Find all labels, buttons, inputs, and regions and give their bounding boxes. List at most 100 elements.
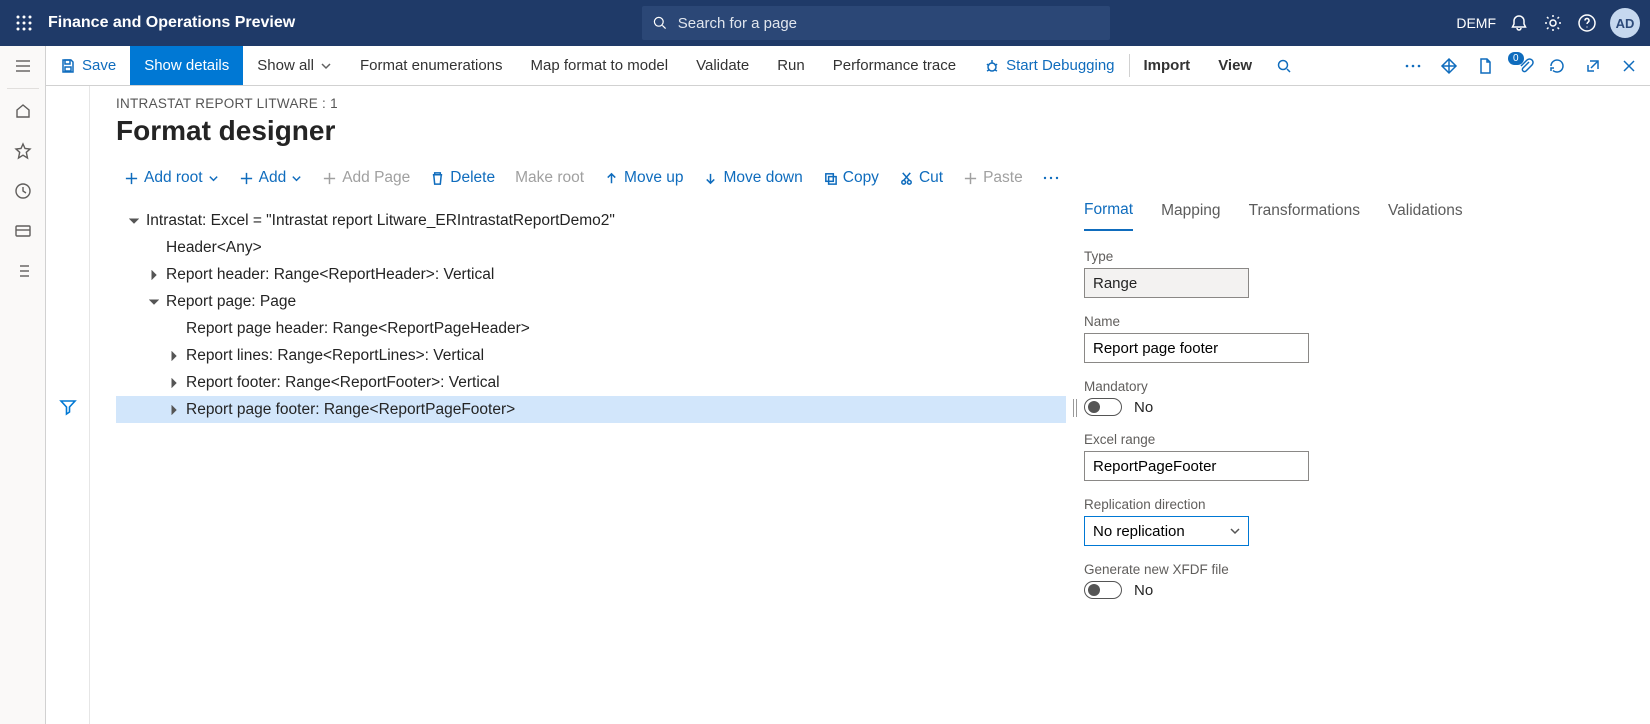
tree-node-label: Report page header: Range<ReportPageHead… (186, 320, 530, 338)
excel-range-input[interactable] (1084, 451, 1309, 481)
delete-button[interactable]: Delete (422, 165, 503, 191)
breadcrumb: INTRASTAT REPORT LITWARE : 1 (116, 96, 1624, 111)
debug-icon (984, 58, 1000, 74)
move-up-button[interactable]: Move up (596, 165, 691, 191)
cut-button[interactable]: Cut (891, 165, 951, 191)
move-down-button[interactable]: Move down (695, 165, 810, 191)
favorites-icon[interactable] (0, 131, 46, 171)
name-label: Name (1084, 314, 1624, 329)
replication-label: Replication direction (1084, 497, 1624, 512)
arrow-up-icon (604, 171, 619, 186)
add-root-button[interactable]: Add root (116, 165, 227, 191)
show-details-button[interactable]: Show details (130, 46, 243, 85)
notifications-icon[interactable] (1508, 12, 1530, 34)
tree-row[interactable]: Report page: Page (116, 288, 1066, 315)
tab-mapping[interactable]: Mapping (1161, 201, 1220, 231)
show-all-button[interactable]: Show all (243, 46, 346, 85)
start-debugging-button[interactable]: Start Debugging (970, 46, 1128, 85)
column-splitter[interactable] (1066, 201, 1084, 615)
designer-toolbar: Add root Add Add Page Delete Make root M… (116, 165, 1624, 191)
mandatory-label: Mandatory (1084, 379, 1624, 394)
save-button[interactable]: Save (46, 46, 130, 85)
tree-expand-icon[interactable] (126, 213, 142, 229)
plus-icon (239, 171, 254, 186)
tree-row[interactable]: Report lines: Range<ReportLines>: Vertic… (116, 342, 1066, 369)
workspaces-icon[interactable] (0, 211, 46, 251)
help-icon[interactable] (1576, 12, 1598, 34)
tree-expand-icon[interactable] (146, 267, 162, 283)
recent-icon[interactable] (0, 171, 46, 211)
plus-icon (124, 171, 139, 186)
format-enumerations-button[interactable]: Format enumerations (346, 46, 517, 85)
save-icon (60, 58, 76, 74)
tab-validations[interactable]: Validations (1388, 201, 1463, 231)
view-button[interactable]: View (1204, 46, 1266, 85)
add-button[interactable]: Add (231, 165, 311, 191)
chevron-down-icon (208, 173, 219, 184)
xfdf-value: No (1134, 582, 1153, 599)
close-icon[interactable] (1614, 46, 1644, 86)
filter-strip (46, 86, 90, 724)
office-icon[interactable] (1470, 46, 1500, 86)
tree-expand-icon[interactable] (166, 375, 182, 391)
import-button[interactable]: Import (1130, 46, 1205, 85)
tree-node-label: Report page footer: Range<ReportPageFoot… (186, 401, 515, 419)
search-input[interactable] (676, 14, 1100, 33)
tree-node-label: Report page: Page (166, 293, 296, 311)
tab-transformations[interactable]: Transformations (1249, 201, 1360, 231)
overflow-icon[interactable] (1398, 46, 1428, 86)
tree-node-label: Report lines: Range<ReportLines>: Vertic… (186, 347, 484, 365)
format-tree[interactable]: Intrastat: Excel = "Intrastat report Lit… (116, 207, 1066, 423)
field-xfdf: Generate new XFDF file No (1084, 562, 1624, 599)
field-name: Name (1084, 314, 1624, 363)
tree-expand-icon[interactable] (166, 402, 182, 418)
refresh-icon[interactable] (1542, 46, 1572, 86)
name-input[interactable] (1084, 333, 1309, 363)
command-bar: Save Show details Show all Format enumer… (46, 46, 1650, 86)
add-page-button: Add Page (314, 165, 418, 191)
tree-row[interactable]: Intrastat: Excel = "Intrastat report Lit… (116, 207, 1066, 234)
page-title: Format designer (116, 115, 1624, 147)
tree-node-label: Intrastat: Excel = "Intrastat report Lit… (146, 212, 615, 230)
search-command-icon[interactable] (1266, 46, 1302, 85)
modules-icon[interactable] (0, 251, 46, 291)
plus-icon (963, 171, 978, 186)
popout-icon[interactable] (1578, 46, 1608, 86)
home-icon[interactable] (0, 91, 46, 131)
tree-row[interactable]: Report page header: Range<ReportPageHead… (116, 315, 1066, 342)
tab-format[interactable]: Format (1084, 201, 1133, 231)
validate-button[interactable]: Validate (682, 46, 763, 85)
tree-row[interactable]: Report footer: Range<ReportFooter>: Vert… (116, 369, 1066, 396)
chevron-down-icon (291, 173, 302, 184)
tree-row[interactable]: Report header: Range<ReportHeader>: Vert… (116, 261, 1066, 288)
filter-icon[interactable] (59, 94, 77, 724)
user-avatar[interactable]: AD (1610, 8, 1640, 38)
property-tabs: Format Mapping Transformations Validatio… (1084, 201, 1624, 231)
app-title: Finance and Operations Preview (48, 14, 295, 32)
field-type: Type Range (1084, 249, 1624, 298)
tree-row[interactable]: Header<Any> (116, 234, 1066, 261)
map-format-button[interactable]: Map format to model (517, 46, 683, 85)
tree-expand-icon[interactable] (146, 294, 162, 310)
tree-expand-icon[interactable] (166, 348, 182, 364)
settings-icon[interactable] (1542, 12, 1564, 34)
company-label[interactable]: DEMF (1456, 15, 1496, 31)
diamond-icon[interactable] (1434, 46, 1464, 86)
field-mandatory: Mandatory No (1084, 379, 1624, 416)
copy-button[interactable]: Copy (815, 165, 887, 191)
toolbar-overflow-icon[interactable] (1035, 172, 1067, 184)
attachments-icon[interactable]: 0 (1506, 46, 1536, 86)
mandatory-toggle[interactable] (1084, 398, 1122, 416)
tree-row[interactable]: Report page footer: Range<ReportPageFoot… (116, 396, 1066, 423)
performance-trace-button[interactable]: Performance trace (819, 46, 970, 85)
tree-node-label: Report footer: Range<ReportFooter>: Vert… (186, 374, 500, 392)
app-launcher[interactable] (10, 9, 38, 37)
left-nav-rail (0, 46, 46, 724)
attachments-badge: 0 (1508, 52, 1524, 65)
run-button[interactable]: Run (763, 46, 819, 85)
xfdf-toggle[interactable] (1084, 581, 1122, 599)
replication-select[interactable]: No replication (1084, 516, 1249, 546)
field-replication: Replication direction No replication (1084, 497, 1624, 546)
search-box[interactable] (642, 6, 1110, 40)
nav-menu-icon[interactable] (0, 46, 46, 86)
